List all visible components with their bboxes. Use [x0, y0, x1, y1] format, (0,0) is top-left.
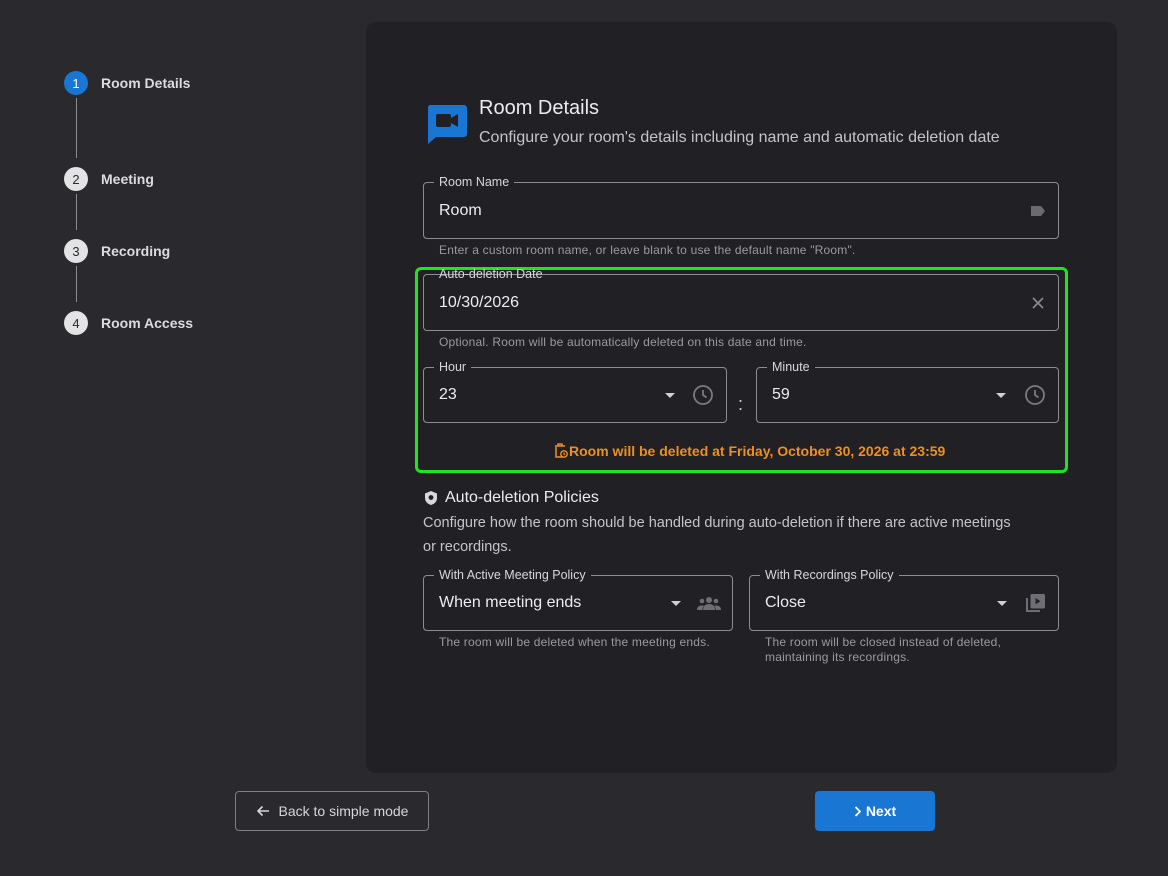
auto-deletion-date-field[interactable]: Auto-deletion Date 10/30/2026 — [423, 267, 1059, 331]
minute-value: 59 — [772, 386, 790, 403]
step-label: Room Details — [101, 75, 191, 91]
step-label: Meeting — [101, 171, 154, 187]
back-label: Back to simple mode — [278, 803, 409, 819]
meeting-policy-label: With Active Meeting Policy — [434, 567, 591, 583]
recordings-policy-value: Close — [765, 594, 806, 611]
room-name-field[interactable]: Room Name Room — [423, 174, 1059, 239]
room-details-card: Room Details Configure your room's detai… — [366, 22, 1117, 773]
group-icon — [697, 595, 721, 611]
shield-icon — [424, 490, 438, 506]
step-connector — [76, 266, 77, 302]
recordings-policy-select[interactable]: With Recordings Policy Close — [749, 567, 1059, 631]
chevron-right-icon — [854, 805, 861, 817]
hour-value: 23 — [439, 386, 457, 403]
step-meeting[interactable]: 2 Meeting — [64, 167, 154, 191]
step-room-access[interactable]: 4 Room Access — [64, 311, 193, 335]
step-room-details[interactable]: 1 Room Details — [64, 71, 190, 95]
auto-deletion-hint: Optional. Room will be automatically del… — [439, 335, 807, 349]
chevron-down-icon[interactable] — [671, 601, 681, 606]
clock-icon — [692, 384, 714, 406]
meeting-policy-hint: The room will be deleted when the meetin… — [439, 635, 710, 649]
next-label: Next — [865, 803, 897, 819]
clear-icon[interactable] — [1032, 296, 1044, 309]
step-label: Room Access — [101, 315, 194, 331]
chevron-down-icon[interactable] — [996, 393, 1006, 398]
deletion-warning-text: Room will be deleted at Friday, October … — [569, 443, 946, 459]
recordings-policy-label: With Recordings Policy — [760, 567, 899, 583]
policies-description: Configure how the room should be handled… — [423, 515, 1011, 555]
clock-icon — [1024, 384, 1046, 406]
back-to-simple-mode-button[interactable]: Back to simple mode — [235, 791, 429, 831]
arrow-left-icon — [256, 805, 270, 817]
hour-label: Hour — [434, 359, 472, 375]
step-label: Recording — [101, 243, 171, 259]
time-separator: : — [738, 394, 744, 414]
step-recording[interactable]: 3 Recording — [64, 239, 170, 263]
chevron-down-icon[interactable] — [665, 393, 675, 398]
policies-title: Auto-deletion Policies — [424, 489, 599, 507]
next-button[interactable]: Next — [815, 791, 935, 831]
page-title: Room Details — [479, 97, 600, 119]
label-icon — [1030, 205, 1046, 217]
step-number: 1 — [64, 71, 88, 95]
minute-select[interactable]: Minute 59 — [756, 359, 1059, 423]
hour-select[interactable]: Hour 23 — [423, 359, 727, 423]
policies-title-text: Auto-deletion Policies — [445, 489, 599, 506]
delete-clock-icon — [554, 443, 568, 459]
step-number: 2 — [64, 167, 88, 191]
room-name-hint: Enter a custom room name, or leave blank… — [439, 243, 856, 257]
step-number: 3 — [64, 239, 88, 263]
minute-label: Minute — [767, 359, 815, 375]
page-subtitle: Configure your room's details including … — [479, 129, 1000, 146]
chevron-down-icon[interactable] — [997, 601, 1007, 606]
meeting-policy-value: When meeting ends — [439, 594, 582, 611]
step-connector — [76, 98, 77, 158]
auto-deletion-date-label: Auto-deletion Date — [439, 267, 543, 281]
meeting-policy-select[interactable]: With Active Meeting Policy When meeting … — [423, 567, 733, 631]
step-connector — [76, 194, 77, 230]
step-number: 4 — [64, 311, 88, 335]
video-library-icon — [1026, 593, 1046, 613]
room-name-label: Room Name — [434, 174, 515, 190]
recordings-policy-hint: The room will be closed instead of delet… — [765, 635, 1002, 664]
deletion-warning: Room will be deleted at Friday, October … — [554, 443, 945, 459]
room-name-input[interactable]: Room — [439, 202, 482, 220]
auto-deletion-date-input[interactable]: 10/30/2026 — [439, 294, 519, 312]
videocam-chat-icon — [426, 103, 468, 145]
